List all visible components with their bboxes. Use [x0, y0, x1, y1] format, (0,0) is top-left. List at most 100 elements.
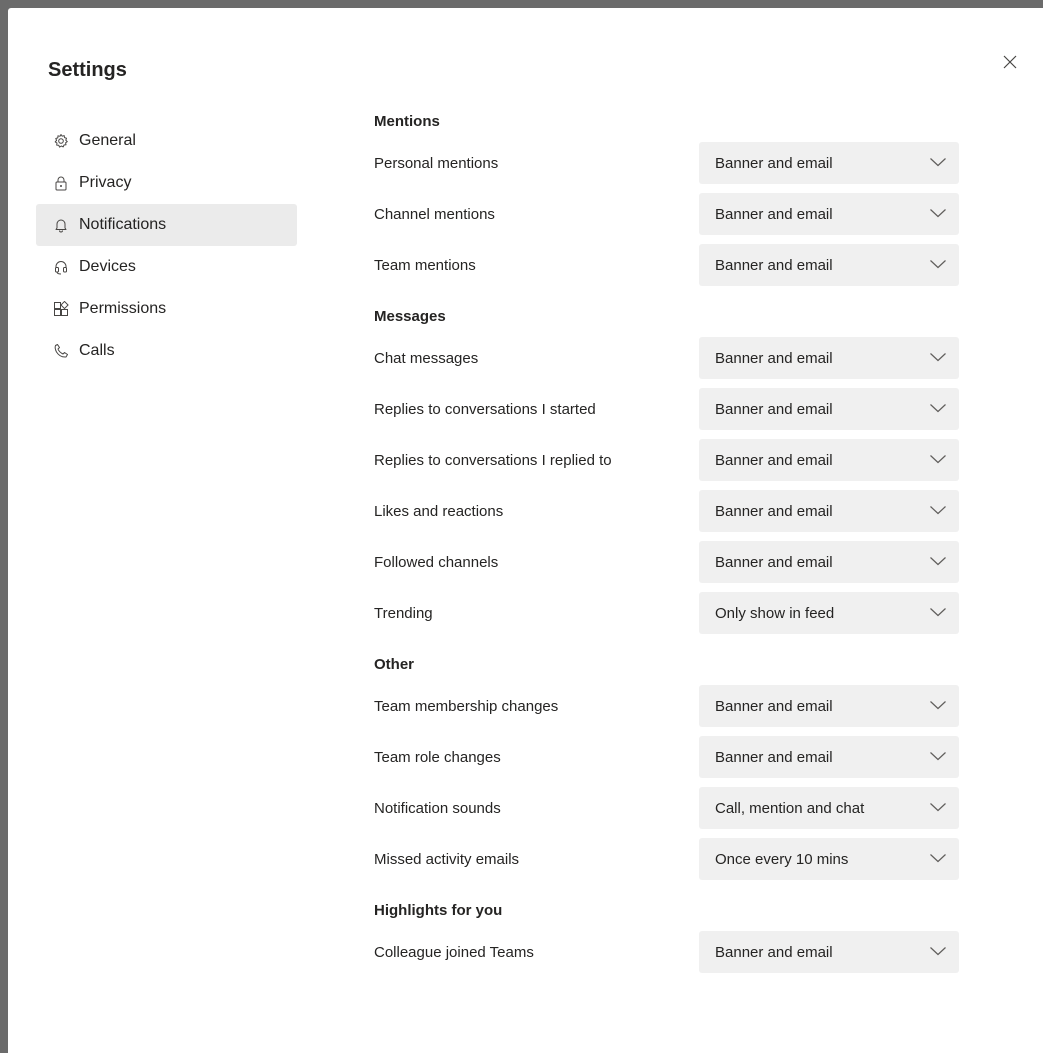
bell-icon	[52, 216, 70, 234]
setting-label: Channel mentions	[374, 206, 495, 223]
chevron-down-icon	[930, 404, 946, 413]
dropdown-channel-mentions[interactable]: Banner and email	[699, 193, 959, 235]
apps-icon	[52, 300, 70, 318]
setting-label: Team membership changes	[374, 698, 559, 715]
dropdown-team-role-changes[interactable]: Banner and email	[699, 736, 959, 778]
chevron-down-icon	[930, 353, 946, 362]
sidebar-item-permissions[interactable]: Permissions	[36, 288, 297, 330]
setting-label: Replies to conversations I replied to	[374, 452, 612, 469]
chevron-down-icon	[930, 455, 946, 464]
section-header-mentions: Mentions	[374, 112, 440, 130]
section-header-other: Other	[374, 655, 415, 673]
dropdown-replies-to-conversations-i-started[interactable]: Banner and email	[699, 388, 959, 430]
dropdown-value: Banner and email	[715, 400, 833, 418]
chevron-down-icon	[930, 803, 946, 812]
sidebar-item-general[interactable]: General	[36, 120, 297, 162]
dropdown-value: Banner and email	[715, 154, 833, 172]
setting-row-replies-to-conversations-i-started: Replies to conversations I started Banner…	[374, 384, 974, 435]
dropdown-replies-to-conversations-i-replied-to[interactable]: Banner and email	[699, 439, 959, 481]
dropdown-notification-sounds[interactable]: Call, mention and chat	[699, 787, 959, 829]
dropdown-value: Banner and email	[715, 451, 833, 469]
chevron-down-icon	[930, 209, 946, 218]
dropdown-value: Once every 10 mins	[715, 850, 849, 868]
dropdown-team-membership-changes[interactable]: Banner and email	[699, 685, 959, 727]
setting-label: Followed channels	[374, 554, 499, 571]
setting-label: Trending	[374, 605, 433, 622]
dropdown-followed-channels[interactable]: Banner and email	[699, 541, 959, 583]
lock-icon	[52, 174, 70, 192]
sidebar-item-label: Devices	[79, 258, 136, 275]
dropdown-colleague-joined-teams[interactable]: Banner and email	[699, 931, 959, 973]
dropdown-missed-activity-emails[interactable]: Once every 10 mins	[699, 838, 959, 880]
setting-label: Notification sounds	[374, 800, 501, 817]
setting-label: Chat messages	[374, 350, 479, 367]
setting-row-personal-mentions: Personal mentions Banner and email	[374, 138, 974, 189]
sidebar-item-label: Calls	[79, 342, 115, 359]
setting-label: Likes and reactions	[374, 503, 504, 520]
sidebar-item-label: General	[79, 132, 136, 149]
section-header-highlights-for-you: Highlights for you	[374, 901, 503, 919]
chevron-down-icon	[930, 557, 946, 566]
background-app-strip	[0, 0, 1043, 8]
dropdown-value: Banner and email	[715, 943, 833, 961]
close-icon	[1003, 55, 1017, 69]
dropdown-value: Banner and email	[715, 349, 833, 367]
chevron-down-icon	[930, 608, 946, 617]
setting-row-colleague-joined-teams: Colleague joined Teams Banner and email	[374, 927, 974, 978]
setting-row-chat-messages: Chat messages Banner and email	[374, 333, 974, 384]
headset-icon	[52, 258, 70, 276]
chevron-down-icon	[930, 854, 946, 863]
dropdown-personal-mentions[interactable]: Banner and email	[699, 142, 959, 184]
setting-row-team-membership-changes: Team membership changes Banner and email	[374, 681, 974, 732]
setting-label: Missed activity emails	[374, 851, 520, 868]
dropdown-chat-messages[interactable]: Banner and email	[699, 337, 959, 379]
setting-label: Team mentions	[374, 257, 476, 274]
setting-label: Team role changes	[374, 749, 501, 766]
sidebar-item-label: Permissions	[79, 300, 167, 317]
chevron-down-icon	[930, 506, 946, 515]
setting-row-followed-channels: Followed channels Banner and email	[374, 537, 974, 588]
sidebar-item-calls[interactable]: Calls	[36, 330, 297, 372]
dropdown-trending[interactable]: Only show in feed	[699, 592, 959, 634]
setting-row-channel-mentions: Channel mentions Banner and email	[374, 189, 974, 240]
gear-icon	[52, 132, 70, 150]
dropdown-value: Banner and email	[715, 553, 833, 571]
chevron-down-icon	[930, 701, 946, 710]
dropdown-value: Only show in feed	[715, 604, 835, 622]
sidebar-item-devices[interactable]: Devices	[36, 246, 297, 288]
settings-dialog: Settings General Privacy Notifications Devi…	[8, 8, 1043, 1053]
sidebar-item-label: Privacy	[79, 174, 132, 191]
dropdown-team-mentions[interactable]: Banner and email	[699, 244, 959, 286]
sidebar-item-notifications[interactable]: Notifications	[36, 204, 297, 246]
sidebar-item-label: Notifications	[79, 216, 167, 233]
chevron-down-icon	[930, 260, 946, 269]
chevron-down-icon	[930, 158, 946, 167]
dropdown-value: Banner and email	[715, 256, 833, 274]
sidebar-item-privacy[interactable]: Privacy	[36, 162, 297, 204]
section-header-messages: Messages	[374, 307, 446, 325]
dropdown-likes-and-reactions[interactable]: Banner and email	[699, 490, 959, 532]
dropdown-value: Banner and email	[715, 748, 833, 766]
notifications-content: Mentions Personal mentions Banner and emai…	[374, 104, 974, 1010]
close-button[interactable]	[998, 50, 1022, 74]
setting-row-team-mentions: Team mentions Banner and email	[374, 240, 974, 291]
setting-row-trending: Trending Only show in feed	[374, 588, 974, 639]
dropdown-value: Banner and email	[715, 205, 833, 223]
setting-row-team-role-changes: Team role changes Banner and email	[374, 732, 974, 783]
setting-row-replies-to-conversations-i-replied-to: Replies to conversations I replied to Ban…	[374, 435, 974, 486]
setting-row-missed-activity-emails: Missed activity emails Once every 10 mins	[374, 834, 974, 885]
dropdown-value: Banner and email	[715, 697, 833, 715]
dropdown-value: Banner and email	[715, 502, 833, 520]
phone-icon	[52, 342, 70, 360]
dialog-title: Settings	[48, 59, 127, 81]
dropdown-value: Call, mention and chat	[715, 799, 865, 817]
setting-label: Personal mentions	[374, 155, 499, 172]
settings-nav: General Privacy Notifications Devices Permis…	[36, 120, 297, 372]
setting-label: Replies to conversations I started	[374, 401, 596, 418]
chevron-down-icon	[930, 752, 946, 761]
setting-label: Colleague joined Teams	[374, 944, 534, 961]
setting-row-likes-and-reactions: Likes and reactions Banner and email	[374, 486, 974, 537]
